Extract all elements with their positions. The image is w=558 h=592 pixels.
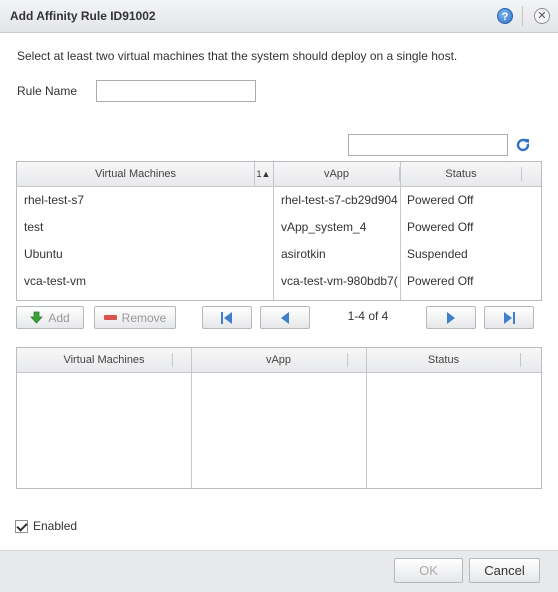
vapp-cell: vApp_system_4 [281, 220, 367, 234]
dialog-title: Add Affinity Rule ID91002 [10, 9, 156, 23]
column-header-virtual-machines[interactable]: Virtual Machines [17, 348, 191, 372]
vapp-cell: vca-test-vm-980bdb7( [281, 274, 398, 288]
help-icon[interactable]: ? [497, 8, 513, 24]
remove-minus-icon [103, 315, 117, 320]
vm-name-cell: vca-test-vm [24, 274, 87, 288]
add-button-label: Add [48, 310, 70, 325]
vm-name-cell: Ubuntu [24, 247, 63, 261]
cancel-button[interactable]: Cancel [469, 558, 540, 583]
vm-name-cell: rhel-test-s7 [24, 193, 85, 207]
table-row[interactable]: rhel-test-s7 rhel-test-s7-cb29d904 Power… [17, 187, 541, 214]
remove-button[interactable]: Remove [94, 306, 176, 329]
column-header-virtual-machines[interactable]: Virtual Machines [17, 162, 254, 186]
last-page-icon [504, 311, 515, 324]
table-row[interactable]: test vApp_system_4 Powered Off [17, 214, 541, 241]
next-page-icon [447, 311, 455, 324]
selected-vms-grid: Virtual Machines vApp Status [16, 347, 542, 489]
column-header-status[interactable]: Status [366, 348, 521, 372]
vm-name-cell: test [24, 220, 44, 234]
close-icon[interactable]: ✕ [534, 8, 550, 24]
table-row[interactable]: Ubuntu asirotkin Suspended [17, 241, 541, 268]
status-cell: Powered Off [407, 274, 474, 288]
status-cell: Suspended [407, 247, 468, 261]
instruction-text: Select at least two virtual machines tha… [17, 49, 458, 63]
column-divider [366, 348, 367, 488]
remove-button-label: Remove [121, 310, 167, 325]
first-page-button[interactable] [202, 306, 252, 329]
table-row[interactable]: vca-test-vm vca-test-vm-980bdb7( Powered… [17, 268, 541, 295]
previous-page-icon [281, 311, 289, 324]
status-cell: Powered Off [407, 193, 474, 207]
enabled-checkbox[interactable] [15, 519, 28, 533]
column-header-vapp[interactable]: vApp [191, 348, 366, 372]
refresh-icon[interactable] [514, 136, 532, 154]
enabled-checkbox-row[interactable]: Enabled [15, 519, 77, 533]
page-info: 1-4 of 4 [347, 309, 389, 323]
first-page-icon [221, 311, 232, 324]
previous-page-button[interactable] [260, 306, 310, 329]
add-button[interactable]: Add [16, 306, 84, 329]
grid-header: Virtual Machines 1▲ vApp Status [17, 162, 541, 187]
ok-button[interactable]: OK [394, 558, 463, 583]
vm-filter-input[interactable] [348, 134, 508, 156]
sort-ascending-icon[interactable]: 1▲ [254, 162, 272, 186]
rule-name-input[interactable] [96, 80, 256, 102]
column-divider [191, 348, 192, 488]
column-header-vapp[interactable]: vApp [273, 162, 400, 186]
status-cell: Powered Off [407, 220, 474, 234]
next-page-button[interactable] [426, 306, 476, 329]
titlebar-divider [522, 6, 523, 26]
add-arrow-icon [30, 311, 44, 324]
grid-header: Virtual Machines vApp Status [17, 348, 541, 373]
column-header-status[interactable]: Status [400, 162, 522, 186]
vapp-cell: rhel-test-s7-cb29d904 [281, 193, 398, 207]
dialog-titlebar: Add Affinity Rule ID91002 ? ✕ [0, 0, 558, 33]
last-page-button[interactable] [484, 306, 534, 329]
available-vms-grid: Virtual Machines 1▲ vApp Status rhel-tes… [16, 161, 542, 301]
vapp-cell: asirotkin [281, 247, 326, 261]
enabled-label: Enabled [33, 519, 78, 533]
rule-name-label: Rule Name [17, 84, 78, 98]
